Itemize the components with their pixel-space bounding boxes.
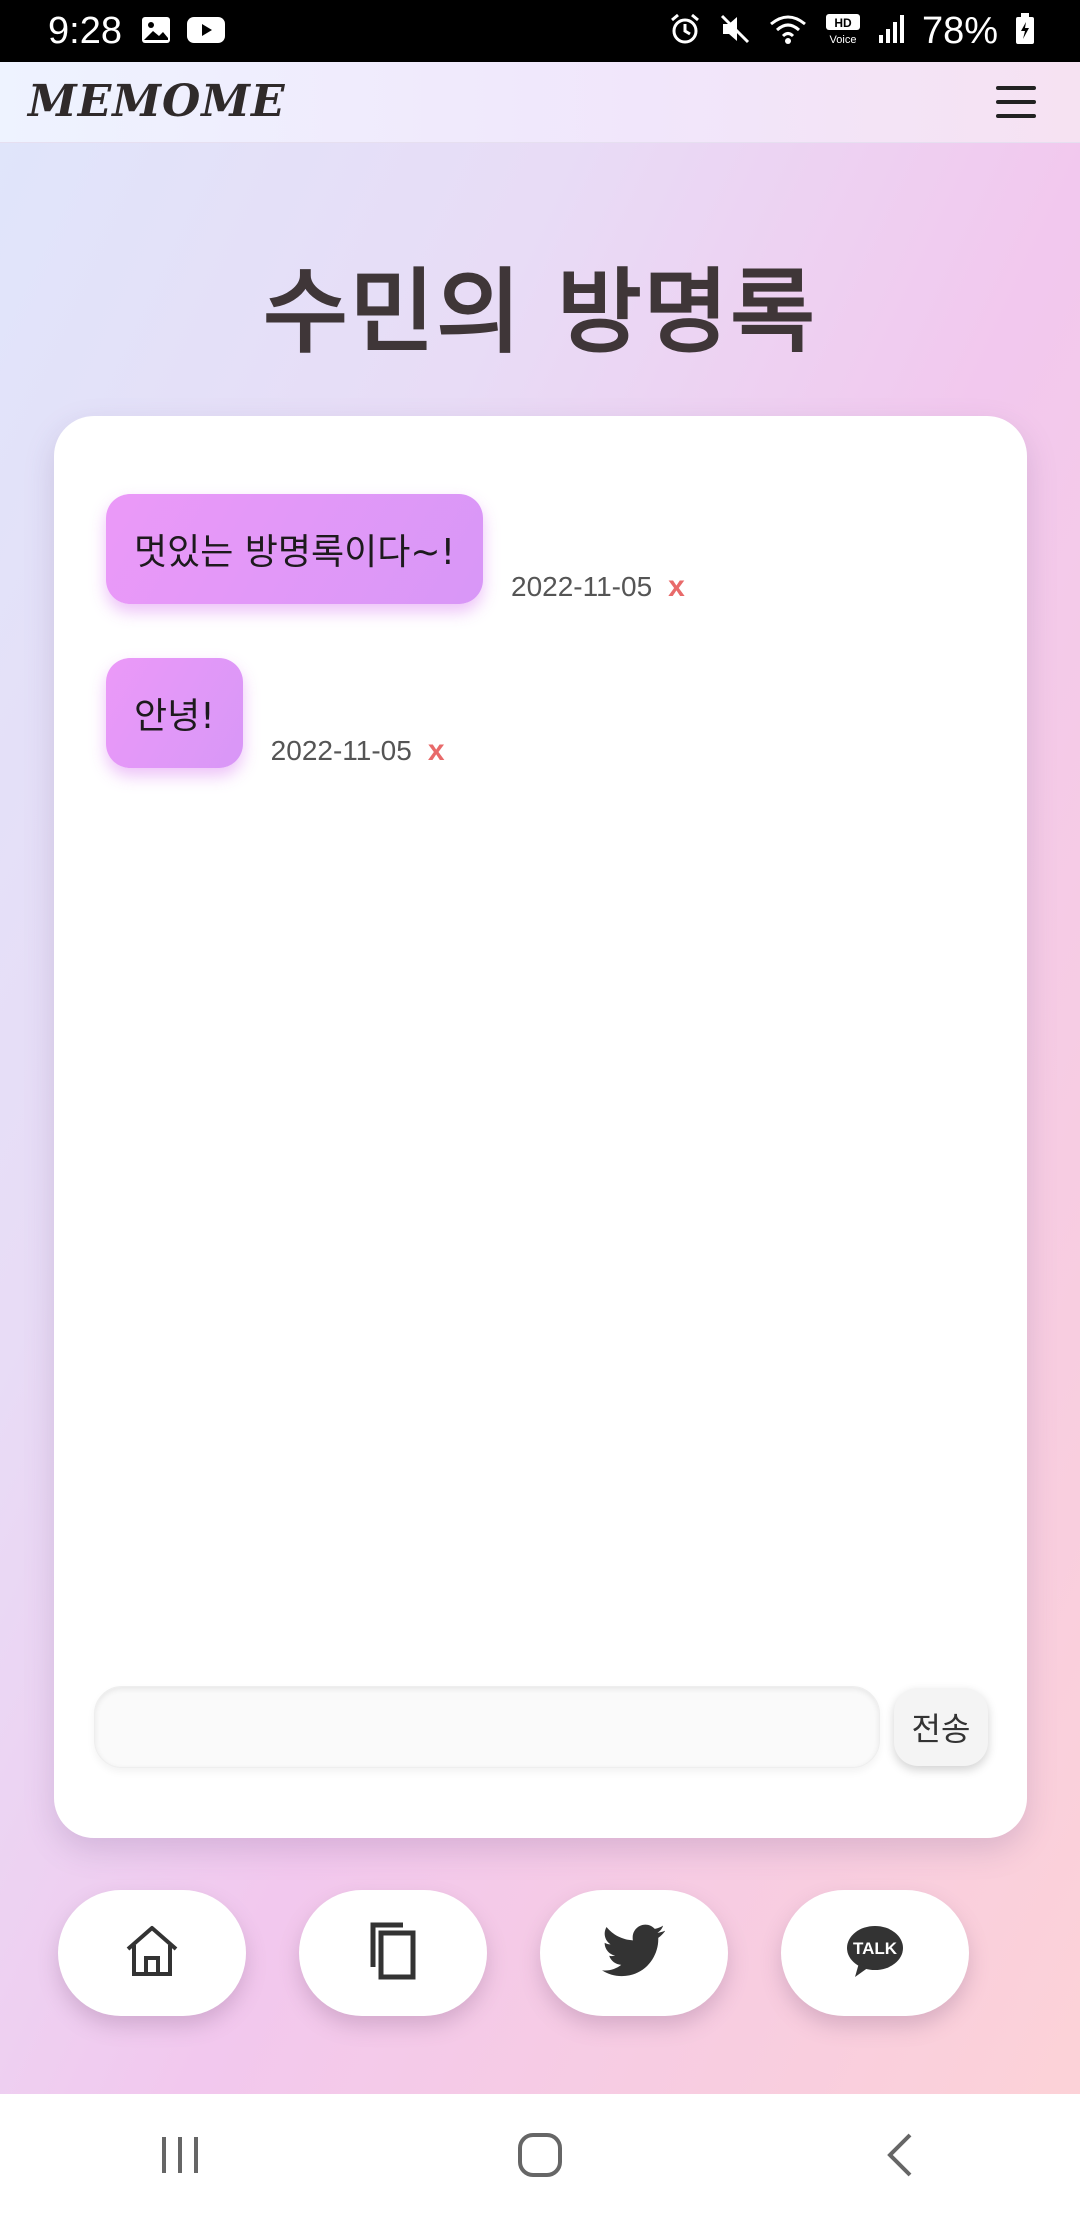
message-row: 멋있는 방명록이다~! 2022-11-05 x (106, 494, 685, 604)
system-nav-bar (0, 2094, 1080, 2220)
menu-line (996, 114, 1036, 118)
app-screen: 9:28 HD Voice 78% MEMOME 수민의 방명록 멋있는 방명록… (0, 0, 1080, 2220)
back-icon (884, 2131, 916, 2183)
message-date: 2022-11-05 (270, 735, 412, 766)
app-header: MEMOME (0, 62, 1080, 143)
home-nav-button[interactable] (460, 2107, 620, 2207)
copy-button[interactable] (299, 1890, 487, 2016)
kakaotalk-icon: TALK (845, 1923, 905, 1983)
kakaotalk-icon-text: TALK (853, 1939, 898, 1958)
send-button[interactable]: 전송 (894, 1688, 988, 1766)
message-bubble: 안녕! (106, 658, 243, 768)
brand-logo[interactable]: MEMOME (28, 76, 286, 127)
menu-line (996, 86, 1036, 90)
message-bubble: 멋있는 방명록이다~! (106, 494, 483, 604)
kakaotalk-button[interactable]: TALK (781, 1890, 969, 2016)
wifi-icon (768, 12, 808, 51)
mute-icon (718, 12, 752, 51)
alarm-icon (668, 12, 702, 51)
message-date: 2022-11-05 (511, 571, 653, 602)
hamburger-menu-icon[interactable] (996, 86, 1036, 118)
recent-apps-button[interactable] (100, 2107, 260, 2207)
status-left-icons (140, 14, 226, 51)
back-button[interactable] (820, 2107, 980, 2207)
battery-icon (1014, 12, 1036, 51)
youtube-icon (186, 14, 226, 51)
twitter-button[interactable] (540, 1890, 728, 2016)
twitter-icon (602, 1923, 666, 1983)
delete-message-button[interactable]: x (668, 570, 685, 604)
copy-icon (363, 1919, 423, 1987)
menu-line (996, 100, 1036, 104)
home-button[interactable] (58, 1890, 246, 2016)
message-row: 안녕! 2022-11-05 x (106, 658, 445, 768)
status-bar: 9:28 HD Voice 78% (0, 0, 1080, 62)
message-composer: 전송 (94, 1686, 988, 1768)
message-input[interactable] (94, 1686, 880, 1768)
recent-apps-icon (158, 2135, 202, 2179)
status-right: HD Voice 78% (668, 8, 1036, 54)
svg-text:HD: HD (834, 16, 852, 30)
action-bar: TALK (58, 1890, 969, 2016)
delete-message-button[interactable]: x (428, 734, 445, 768)
status-time: 9:28 (48, 10, 122, 52)
battery-percent: 78% (921, 10, 998, 52)
signal-icon (878, 13, 906, 50)
gallery-icon (140, 14, 172, 51)
home-nav-icon (516, 2131, 564, 2183)
page-title: 수민의 방명록 (263, 259, 817, 366)
svg-text:Voice: Voice (829, 34, 856, 46)
home-icon (122, 1921, 182, 1985)
hd-voice-icon: HD Voice (824, 12, 862, 51)
guestbook-card: 멋있는 방명록이다~! 2022-11-05 x 안녕! 2022-11-05 … (54, 416, 1027, 1838)
